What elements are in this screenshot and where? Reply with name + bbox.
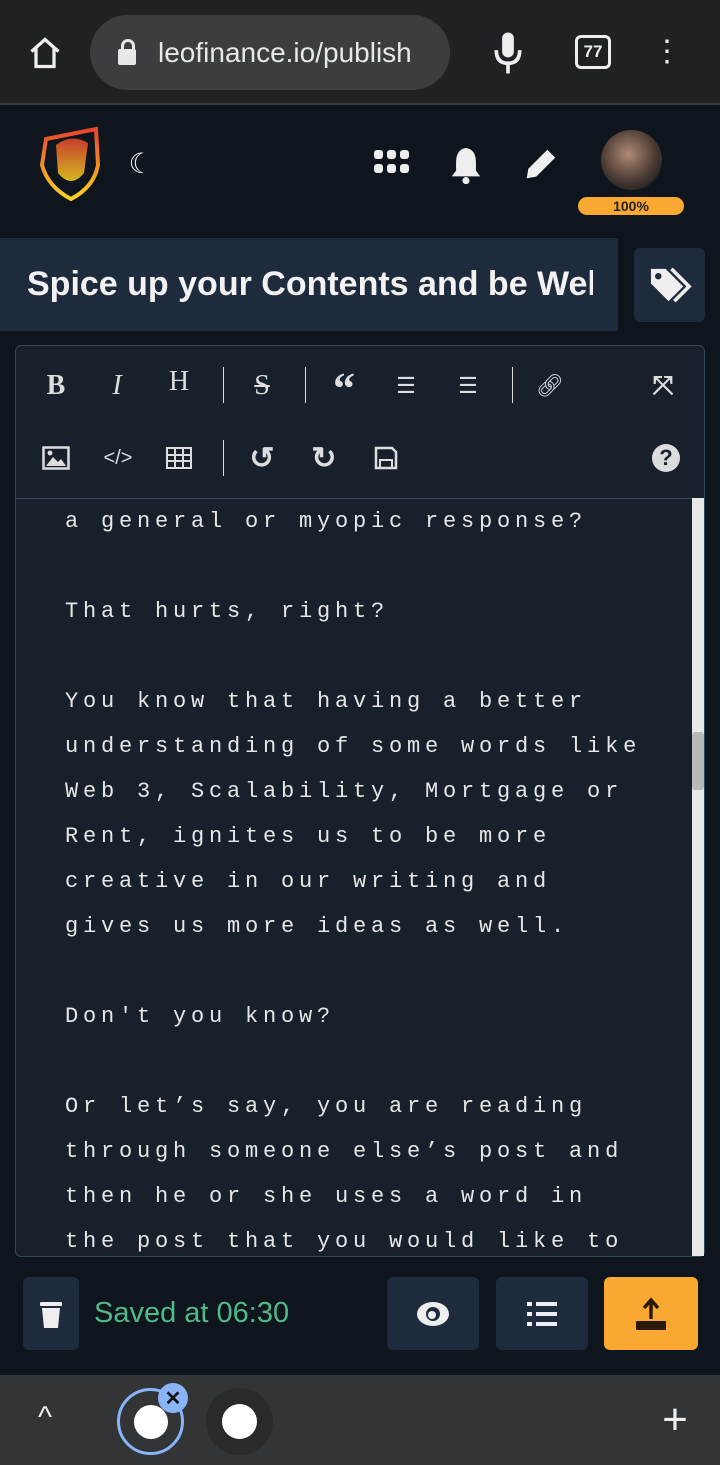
bold-icon[interactable]: B <box>36 366 76 406</box>
help-icon[interactable]: ? <box>646 438 686 478</box>
editor-line: Don't you know? <box>65 1004 336 1029</box>
browser-tab-strip: ^ ✕ + <box>0 1375 720 1465</box>
editor-line: then he or she uses a word in <box>65 1184 588 1209</box>
editor-line: gives us more ideas as well. <box>65 914 570 939</box>
tab-favicon <box>134 1405 168 1439</box>
write-pencil-icon[interactable] <box>522 145 560 188</box>
redo-icon[interactable]: ↻ <box>304 438 344 478</box>
scrollbar-thumb[interactable] <box>692 732 704 790</box>
image-icon[interactable] <box>36 438 76 478</box>
quote-icon[interactable]: “ <box>324 364 364 413</box>
editor-line: through someone else’s post and <box>65 1139 624 1164</box>
preview-button[interactable] <box>387 1277 479 1350</box>
save-status: Saved at 06:30 <box>94 1297 290 1329</box>
tab-switcher-button[interactable]: 77 <box>575 35 611 69</box>
tags-button[interactable] <box>634 248 705 322</box>
ordered-list-icon[interactable]: ☰ <box>386 366 426 406</box>
microphone-icon[interactable] <box>488 28 528 78</box>
editor-line: understanding of some words like <box>65 734 642 759</box>
new-tab-plus-icon[interactable]: + <box>655 1395 695 1444</box>
address-bar[interactable]: leofinance.io/publish <box>90 15 450 90</box>
editor-line: a general or myopic response? <box>65 509 588 534</box>
link-icon[interactable]: 🔗︎ <box>530 366 570 406</box>
browser-toolbar: leofinance.io/publish 77 ⋮ <box>0 0 720 105</box>
upload-icon <box>636 1296 666 1330</box>
editor-line: Web 3, Scalability, Mortgage or <box>65 779 624 804</box>
editor-footer: Saved at 06:30 <box>0 1257 720 1375</box>
apps-grid-icon[interactable] <box>374 150 409 174</box>
editor-line: That hurts, right? <box>65 599 390 624</box>
post-title-text: Spice up your Contents and be Well Infor… <box>27 265 593 303</box>
editor-scrollbar[interactable] <box>692 498 704 1256</box>
eye-icon <box>417 1301 449 1326</box>
lock-icon <box>118 38 136 65</box>
site-header: ☾ 100% <box>0 107 720 237</box>
tab-favicon <box>222 1404 257 1439</box>
chevron-up-icon[interactable]: ^ <box>30 1401 60 1434</box>
leofinance-logo[interactable] <box>38 125 104 206</box>
post-title-input[interactable]: Spice up your Contents and be Well Infor… <box>0 238 618 331</box>
unordered-list-icon[interactable]: ☰ <box>448 366 488 406</box>
more-menu-icon[interactable]: ⋮ <box>652 32 682 72</box>
list-icon <box>527 1301 557 1326</box>
code-icon[interactable]: </> <box>98 438 138 478</box>
delete-draft-button[interactable] <box>23 1277 79 1350</box>
undo-icon[interactable]: ↺ <box>242 438 282 478</box>
editor-line: the post that you would like to <box>65 1229 624 1254</box>
dark-mode-moon-icon[interactable]: ☾ <box>125 147 157 179</box>
user-avatar[interactable] <box>601 130 662 190</box>
table-icon[interactable] <box>159 438 199 478</box>
voting-power-label: 100% <box>613 198 649 214</box>
publish-button[interactable] <box>604 1277 698 1350</box>
close-tab-icon[interactable]: ✕ <box>158 1383 188 1413</box>
save-icon[interactable] <box>366 438 406 478</box>
markdown-editor: B I H S “ ☰ ☰ 🔗︎ ⤧ </> ↺ ↻ ? a general o… <box>15 345 705 1257</box>
fullscreen-icon[interactable]: ⤧ <box>643 366 683 406</box>
heading-icon[interactable]: H <box>159 362 199 402</box>
url-text: leofinance.io/publish <box>158 36 412 68</box>
trash-icon <box>40 1301 62 1328</box>
voting-power-bar: 100% <box>578 197 684 215</box>
home-icon[interactable] <box>22 30 68 76</box>
editor-line: creative in our writing and <box>65 869 552 894</box>
editor-line: Or let’s say, you are reading <box>65 1094 588 1119</box>
tab-count: 77 <box>583 42 603 61</box>
editor-content[interactable]: a general or myopic response? That hurts,… <box>16 498 692 1256</box>
italic-icon[interactable]: I <box>97 366 137 406</box>
strikethrough-icon[interactable]: S <box>242 366 282 406</box>
editor-line: Rent, ignites us to be more <box>65 824 552 849</box>
drafts-list-button[interactable] <box>496 1277 588 1350</box>
editor-line: You know that having a better <box>65 689 588 714</box>
tab-leofinance[interactable] <box>206 1388 273 1455</box>
tags-icon <box>650 267 692 303</box>
notifications-bell-icon[interactable] <box>449 145 483 190</box>
